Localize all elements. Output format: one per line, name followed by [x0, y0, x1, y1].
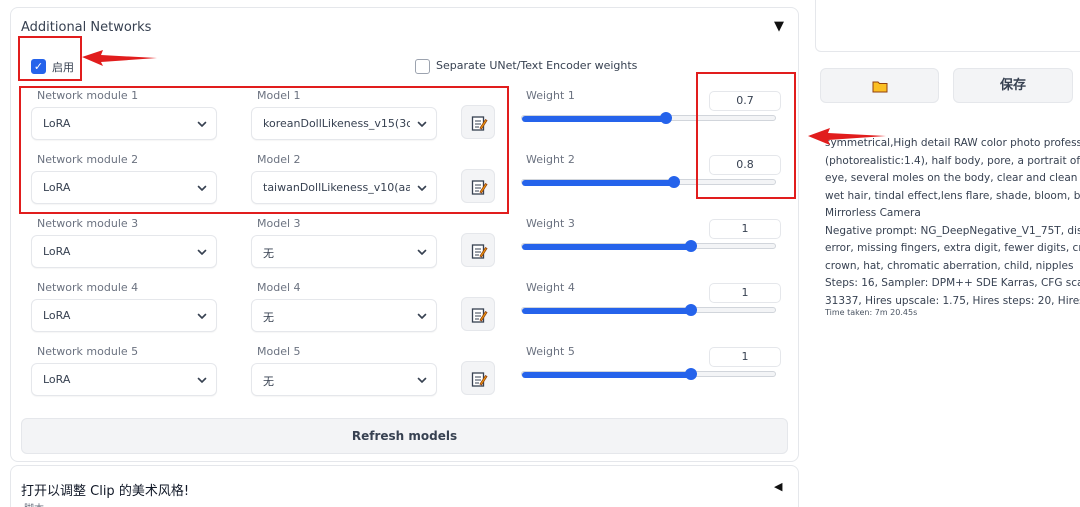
- annotation-arrow-right: [808, 128, 886, 145]
- annotation-arrows: [82, 50, 886, 145]
- annotation-arrow-left: [82, 50, 157, 66]
